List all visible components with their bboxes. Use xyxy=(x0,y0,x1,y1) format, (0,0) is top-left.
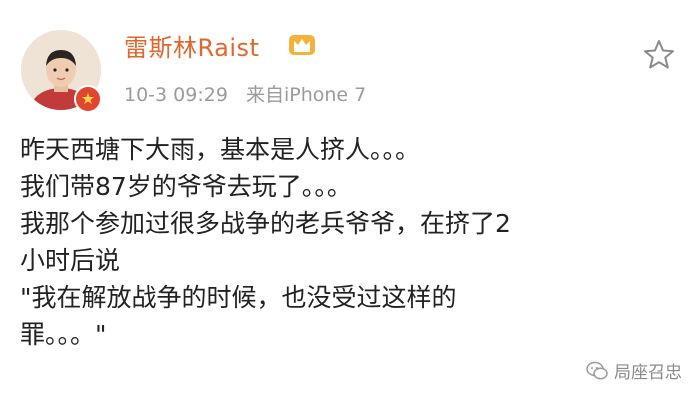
content-line: 我们带87岁的爷爷去玩了。。。 xyxy=(20,172,352,201)
watermark: 局座召忠 xyxy=(586,358,682,383)
post-meta: 10-3 09:29 来自iPhone 7 xyxy=(124,80,378,107)
content-line: 昨天西塘下大雨，基本是人挤人。。。 xyxy=(20,135,421,164)
content-line: "我在解放战争的时候，也没受过这样的 xyxy=(20,283,457,312)
crown-vip-icon xyxy=(288,33,316,57)
weibo-post: 雷斯林Raist 10-3 09:29 来自iPhone 7 昨天西塘下大雨，基… xyxy=(0,0,700,400)
star-outline-icon[interactable] xyxy=(642,38,676,72)
wechat-logo-icon xyxy=(586,361,608,379)
post-source: 来自iPhone 7 xyxy=(245,84,367,106)
content-line: 罪。。。" xyxy=(20,320,107,349)
verified-badge-icon xyxy=(74,85,102,113)
content-line: 小时后说 xyxy=(20,246,121,275)
watermark-text: 局座召忠 xyxy=(614,363,682,383)
post-timestamp: 10-3 09:29 xyxy=(124,84,228,106)
content-line: 我那个参加过很多战争的老兵爷爷，在挤了2 xyxy=(20,209,511,238)
post-content: 昨天西塘下大雨，基本是人挤人。。。 我们带87岁的爷爷去玩了。。。 我那个参加过… xyxy=(20,131,660,353)
author-name[interactable]: 雷斯林Raist xyxy=(124,28,259,63)
